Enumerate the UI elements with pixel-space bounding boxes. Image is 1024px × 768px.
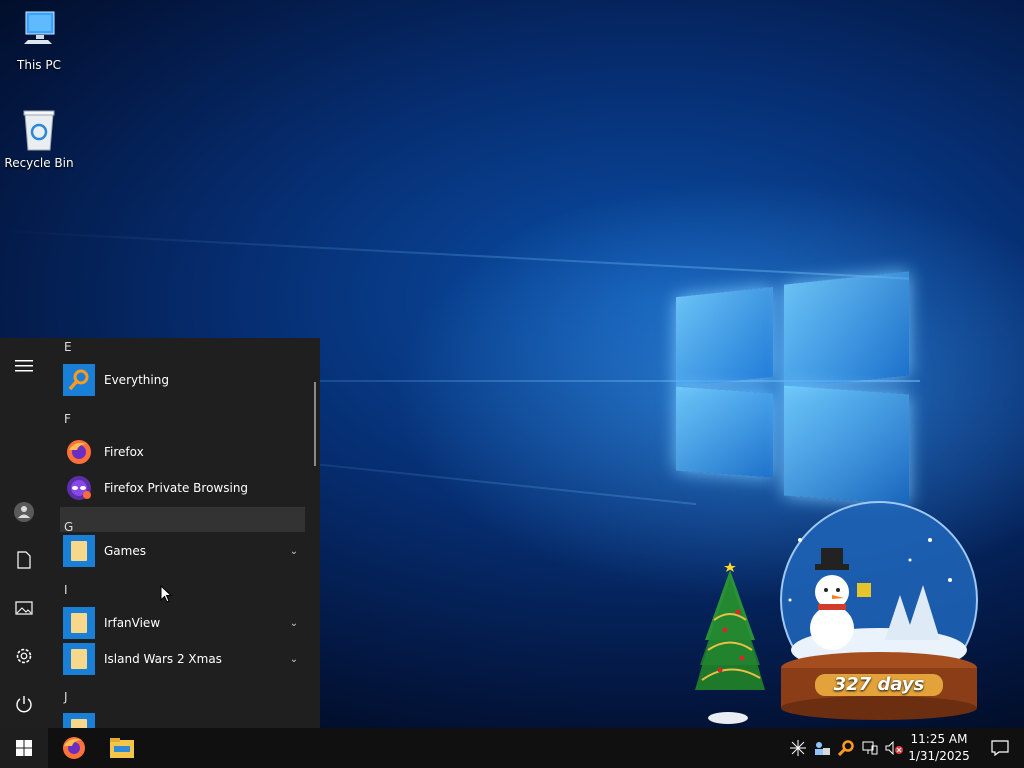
action-center-icon[interactable] — [976, 728, 1024, 768]
app-item-everything[interactable]: Everything — [60, 363, 304, 397]
network-activity-icon[interactable] — [786, 728, 810, 768]
user-network-icon[interactable] — [810, 728, 834, 768]
snow-globe-widget[interactable]: 327 days — [680, 500, 980, 728]
desktop-icon-this-pc[interactable]: This PC — [0, 10, 78, 72]
network-icon[interactable] — [858, 728, 882, 768]
firefox-icon — [63, 436, 95, 468]
app-item-label: Island Wars 2 Xmas — [104, 652, 222, 666]
settings-icon[interactable] — [0, 636, 48, 676]
recycle-bin-icon — [19, 108, 59, 152]
folder-icon — [63, 607, 95, 639]
taskbar-firefox-icon[interactable] — [50, 728, 98, 768]
app-list-scrollbar[interactable] — [314, 382, 316, 466]
section-letter-g[interactable]: G — [64, 520, 73, 534]
firefox-private-icon — [63, 472, 95, 504]
start-menu-rail — [0, 338, 48, 728]
app-item-irfanview[interactable]: IrfanView ⌄ — [60, 606, 304, 640]
folder-icon — [63, 713, 95, 728]
folder-icon — [63, 643, 95, 675]
taskbar: 11:25 AM 1/31/2025 — [0, 728, 1024, 768]
section-letter-e[interactable]: E — [64, 340, 72, 354]
hamburger-menu-icon[interactable] — [0, 346, 48, 386]
desktop-icon-label: This PC — [17, 58, 61, 72]
documents-icon[interactable] — [0, 540, 48, 580]
tray-date[interactable]: 1/31/2025 — [904, 749, 974, 763]
pictures-icon[interactable] — [0, 588, 48, 628]
chevron-down-icon[interactable]: ⌄ — [284, 618, 304, 629]
mouse-cursor-icon — [160, 585, 172, 603]
file-explorer-icon[interactable] — [98, 728, 146, 768]
section-letter-i[interactable]: I — [64, 583, 68, 597]
app-item-firefox-private[interactable]: Firefox Private Browsing — [60, 471, 304, 505]
search-tool-icon[interactable] — [834, 728, 858, 768]
app-item-partial[interactable] — [60, 712, 304, 728]
app-list: E Everything F Firefox Firefox Private B… — [60, 338, 306, 728]
everything-search-icon — [63, 364, 95, 396]
windows-start-icon[interactable] — [0, 728, 48, 768]
volume-muted-icon[interactable] — [882, 728, 906, 768]
section-letter-j[interactable]: J — [64, 690, 68, 704]
countdown-label: 327 days — [833, 674, 925, 695]
section-letter-f[interactable]: F — [64, 412, 71, 426]
desktop-icon-label: Recycle Bin — [4, 156, 74, 170]
power-icon[interactable] — [0, 684, 48, 724]
app-item-label: Everything — [104, 373, 169, 387]
user-icon[interactable] — [0, 492, 48, 532]
section-header-highlight — [60, 507, 305, 532]
start-menu: E Everything F Firefox Firefox Private B… — [0, 338, 320, 728]
app-item-label: Firefox Private Browsing — [104, 481, 249, 495]
app-item-label: Games — [104, 544, 146, 558]
computer-icon — [22, 10, 56, 54]
app-item-label: Firefox — [104, 445, 144, 459]
app-item-firefox[interactable]: Firefox — [60, 435, 304, 469]
desktop-icon-recycle-bin[interactable]: Recycle Bin — [0, 108, 78, 170]
folder-icon — [63, 535, 95, 567]
chevron-down-icon[interactable]: ⌄ — [284, 654, 304, 665]
app-item-games[interactable]: Games ⌄ — [60, 534, 304, 568]
tray-time[interactable]: 11:25 AM — [904, 732, 974, 746]
app-item-label: IrfanView — [104, 616, 161, 630]
chevron-down-icon[interactable]: ⌄ — [284, 546, 304, 557]
app-item-island-wars[interactable]: Island Wars 2 Xmas ⌄ — [60, 642, 304, 676]
